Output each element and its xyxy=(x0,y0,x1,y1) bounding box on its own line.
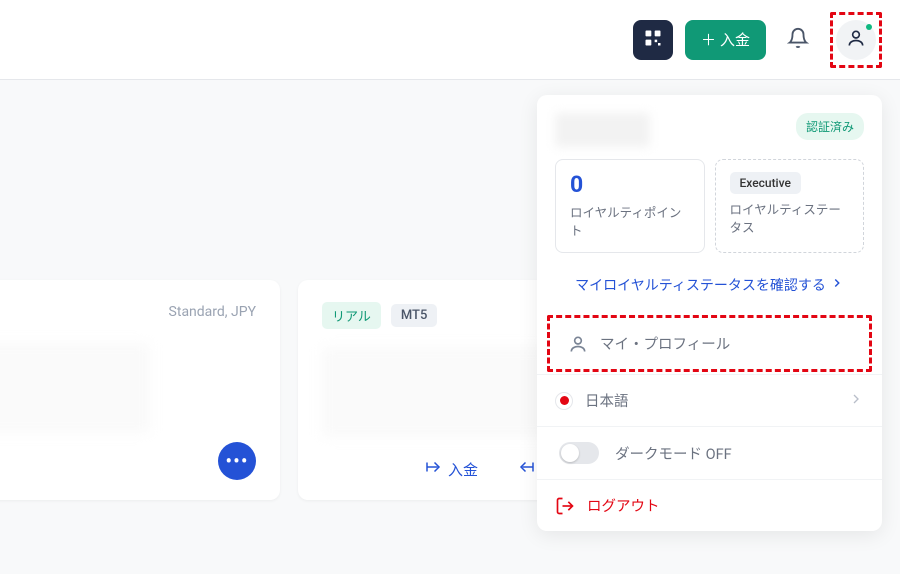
my-profile-item[interactable]: マイ・プロフィール xyxy=(550,318,869,369)
qr-icon xyxy=(643,28,663,52)
dark-mode-item[interactable]: ダークモード OFF xyxy=(537,426,882,479)
dark-mode-label: ダークモード OFF xyxy=(615,443,732,464)
chevron-right-icon xyxy=(830,276,844,294)
status-pill: Executive xyxy=(730,172,801,194)
withdraw-icon xyxy=(518,458,536,480)
bell-icon xyxy=(787,27,809,53)
platform-tag: MT5 xyxy=(391,304,438,327)
logout-label: ログアウト xyxy=(587,495,660,516)
deposit-label: 入金 xyxy=(720,29,750,50)
check-loyalty-link[interactable]: マイロイヤルティステータスを確認する xyxy=(537,265,882,309)
profile-button-highlight xyxy=(830,12,882,68)
verified-badge: 認証済み xyxy=(796,113,864,140)
top-header: ＋ 入金 xyxy=(0,0,900,80)
logout-icon xyxy=(555,496,575,516)
notifications-button[interactable] xyxy=(778,20,818,60)
logout-item[interactable]: ログアウト xyxy=(537,479,882,531)
points-value: 0 xyxy=(570,172,690,197)
redacted-balance xyxy=(0,343,150,433)
status-dot xyxy=(866,24,872,30)
more-icon: ••• xyxy=(225,449,248,473)
person-icon xyxy=(846,28,866,52)
profile-button[interactable] xyxy=(836,20,876,60)
profile-dropdown: 認証済み 0 ロイヤルティポイント Executive ロイヤルティステータス … xyxy=(537,95,882,531)
my-profile-label: マイ・プロフィール xyxy=(600,333,730,354)
points-label: ロイヤルティポイント xyxy=(570,205,690,240)
deposit-label: 入金 xyxy=(448,459,478,480)
loyalty-status-box: Executive ロイヤルティステータス xyxy=(715,159,865,253)
account-card: MT4 Standard, JPY ••• xyxy=(0,280,280,500)
person-icon xyxy=(568,334,588,354)
check-loyalty-label: マイロイヤルティステータスを確認する xyxy=(575,275,826,295)
language-item[interactable]: 日本語 xyxy=(537,374,882,426)
chevron-right-icon xyxy=(848,391,864,411)
qr-button[interactable] xyxy=(633,20,673,60)
redacted-username xyxy=(555,113,650,147)
dark-mode-toggle[interactable] xyxy=(559,442,599,464)
jp-flag-icon xyxy=(555,392,573,410)
deposit-action[interactable]: 入金 xyxy=(424,458,478,480)
language-label: 日本語 xyxy=(585,390,629,411)
plus-icon: ＋ xyxy=(701,29,716,50)
more-button[interactable]: ••• xyxy=(218,442,256,480)
status-label: ロイヤルティステータス xyxy=(730,202,850,237)
loyalty-points-box: 0 ロイヤルティポイント xyxy=(555,159,705,253)
real-tag: リアル xyxy=(322,302,381,329)
redacted-balance xyxy=(322,347,568,437)
my-profile-highlight: マイ・プロフィール xyxy=(547,315,872,372)
account-type-label: Standard, JPY xyxy=(169,304,256,320)
deposit-icon xyxy=(424,458,442,480)
deposit-button[interactable]: ＋ 入金 xyxy=(685,20,766,60)
